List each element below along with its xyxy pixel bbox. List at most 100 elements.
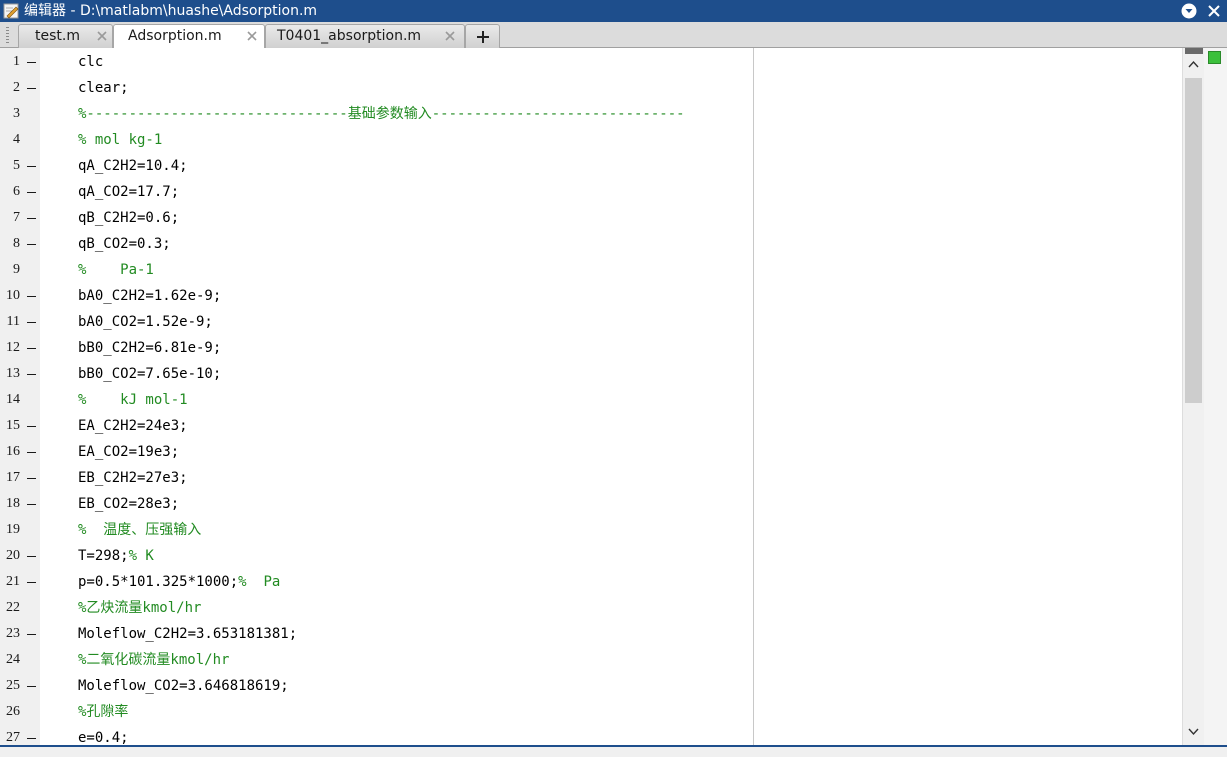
code-line[interactable]: qB_C2H2=0.6; <box>78 205 179 231</box>
breakpoint-marker[interactable] <box>27 686 36 687</box>
code-line[interactable]: bB0_CO2=7.65e-10; <box>78 361 221 387</box>
gutter-line[interactable]: 19 <box>0 517 40 543</box>
breakpoint-marker[interactable] <box>27 218 36 219</box>
code-analyzer-ok-icon[interactable] <box>1208 51 1221 64</box>
code-line[interactable]: %-------------------------------基础参数输入--… <box>78 101 685 127</box>
add-tab-button[interactable] <box>465 24 500 48</box>
gutter-line[interactable]: 15 <box>0 413 40 439</box>
close-icon[interactable] <box>246 30 258 42</box>
breakpoint-marker[interactable] <box>27 634 36 635</box>
code-line[interactable]: Moleflow_CO2=3.646818619; <box>78 673 289 699</box>
breakpoint-marker[interactable] <box>27 738 36 739</box>
breakpoint-marker[interactable] <box>27 62 36 63</box>
gutter-line[interactable]: 25 <box>0 673 40 699</box>
vertical-scrollbar[interactable] <box>1182 48 1204 745</box>
code-line[interactable]: qB_CO2=0.3; <box>78 231 171 257</box>
scroll-down-icon[interactable] <box>1188 728 1199 736</box>
breakpoint-marker[interactable] <box>27 426 36 427</box>
scroll-up-icon[interactable] <box>1188 60 1199 68</box>
code-line[interactable]: Moleflow_C2H2=3.653181381; <box>78 621 297 647</box>
code-statement: bB0_CO2=7.65e-10; <box>78 366 222 382</box>
gutter-line[interactable]: 8 <box>0 231 40 257</box>
code-line[interactable]: qA_C2H2=10.4; <box>78 153 188 179</box>
code-comment: % K <box>128 548 154 564</box>
breakpoint-marker[interactable] <box>27 452 36 453</box>
breakpoint-marker[interactable] <box>27 556 36 557</box>
code-line[interactable]: EA_CO2=19e3; <box>78 439 179 465</box>
breakpoint-marker[interactable] <box>27 192 36 193</box>
code-line[interactable]: % 温度、压强输入 <box>78 517 201 543</box>
gutter-line[interactable]: 18 <box>0 491 40 517</box>
gutter-line[interactable]: 23 <box>0 621 40 647</box>
gutter-line[interactable]: 20 <box>0 543 40 569</box>
gutter-line[interactable]: 24 <box>0 647 40 673</box>
breakpoint-marker[interactable] <box>27 478 36 479</box>
tab-bar-grip[interactable] <box>6 27 9 43</box>
gutter-line[interactable]: 5 <box>0 153 40 179</box>
gutter-line[interactable]: 6 <box>0 179 40 205</box>
code-line[interactable]: % mol kg-1 <box>78 127 162 153</box>
line-number-gutter[interactable]: 1 2 3 4 5 6 7 8 9 10 11 12 13 14 15 16 17 18 19 20 21 22 23 24 2… <box>0 48 40 745</box>
breakpoint-marker[interactable] <box>27 322 36 323</box>
close-icon[interactable] <box>96 30 108 42</box>
scrollbar-thumb[interactable] <box>1185 78 1202 403</box>
code-line[interactable]: % Pa-1 <box>78 257 154 283</box>
gutter-line[interactable]: 4 <box>0 127 40 153</box>
line-number: 14 <box>6 392 20 407</box>
breakpoint-marker[interactable] <box>27 244 36 245</box>
breakpoint-marker[interactable] <box>27 166 36 167</box>
gutter-line[interactable]: 7 <box>0 205 40 231</box>
code-line[interactable]: p=0.5*101.325*1000;% Pa <box>78 569 280 595</box>
code-line[interactable]: e=0.4; <box>78 725 129 745</box>
horizontal-scrollbar[interactable] <box>0 747 1227 757</box>
code-text-area[interactable]: clc clear; %------------------------------… <box>40 48 1182 745</box>
gutter-line[interactable]: 21 <box>0 569 40 595</box>
gutter-line[interactable]: 13 <box>0 361 40 387</box>
tab-t0401-absorption-m[interactable]: T0401_absorption.m <box>265 24 465 48</box>
code-line[interactable]: clc <box>78 49 103 75</box>
gutter-line[interactable]: 22 <box>0 595 40 621</box>
breakpoint-marker[interactable] <box>27 348 36 349</box>
code-line[interactable]: %二氧化碳流量kmol/hr <box>78 647 229 673</box>
gutter-line[interactable]: 9 <box>0 257 40 283</box>
tab-test-m[interactable]: test.m <box>18 24 113 48</box>
code-editor[interactable]: 1 2 3 4 5 6 7 8 9 10 11 12 13 14 15 16 17 18 19 20 21 22 23 24 2… <box>0 48 1227 757</box>
gutter-line[interactable]: 11 <box>0 309 40 335</box>
gutter-line[interactable]: 3 <box>0 101 40 127</box>
code-line[interactable]: %乙炔流量kmol/hr <box>78 595 201 621</box>
code-comment: % 温度、压强输入 <box>78 522 202 538</box>
code-line[interactable]: EA_C2H2=24e3; <box>78 413 188 439</box>
gutter-line[interactable]: 10 <box>0 283 40 309</box>
scrollbar-split-handle[interactable] <box>1185 48 1203 54</box>
gutter-line[interactable]: 16 <box>0 439 40 465</box>
gutter-line[interactable]: 2 <box>0 75 40 101</box>
code-line[interactable]: bA0_C2H2=1.62e-9; <box>78 283 221 309</box>
code-line[interactable]: clear; <box>78 75 129 101</box>
code-line[interactable]: T=298;% K <box>78 543 154 569</box>
gutter-line[interactable]: 17 <box>0 465 40 491</box>
breakpoint-marker[interactable] <box>27 504 36 505</box>
plus-icon <box>477 31 489 43</box>
gutter-line[interactable]: 14 <box>0 387 40 413</box>
code-line[interactable]: % kJ mol-1 <box>78 387 188 413</box>
code-line[interactable]: EB_CO2=28e3; <box>78 491 179 517</box>
breakpoint-marker[interactable] <box>27 582 36 583</box>
breakpoint-marker[interactable] <box>27 296 36 297</box>
code-line[interactable]: EB_C2H2=27e3; <box>78 465 188 491</box>
gutter-line[interactable]: 1 <box>0 49 40 75</box>
line-number: 5 <box>13 158 20 173</box>
gutter-line[interactable]: 26 <box>0 699 40 725</box>
chevron-down-circle-icon[interactable] <box>1181 3 1197 19</box>
tab-adsorption-m[interactable]: Adsorption.m <box>113 24 265 49</box>
breakpoint-marker[interactable] <box>27 374 36 375</box>
gutter-line[interactable]: 12 <box>0 335 40 361</box>
code-statement: T=298; <box>78 548 129 564</box>
code-line[interactable]: qA_CO2=17.7; <box>78 179 179 205</box>
code-line[interactable]: bA0_CO2=1.52e-9; <box>78 309 213 335</box>
breakpoint-marker[interactable] <box>27 88 36 89</box>
code-line[interactable]: bB0_C2H2=6.81e-9; <box>78 335 221 361</box>
close-icon[interactable] <box>444 30 456 42</box>
line-number: 15 <box>6 418 20 433</box>
code-line[interactable]: %孔隙率 <box>78 699 128 725</box>
close-icon[interactable] <box>1206 3 1222 19</box>
